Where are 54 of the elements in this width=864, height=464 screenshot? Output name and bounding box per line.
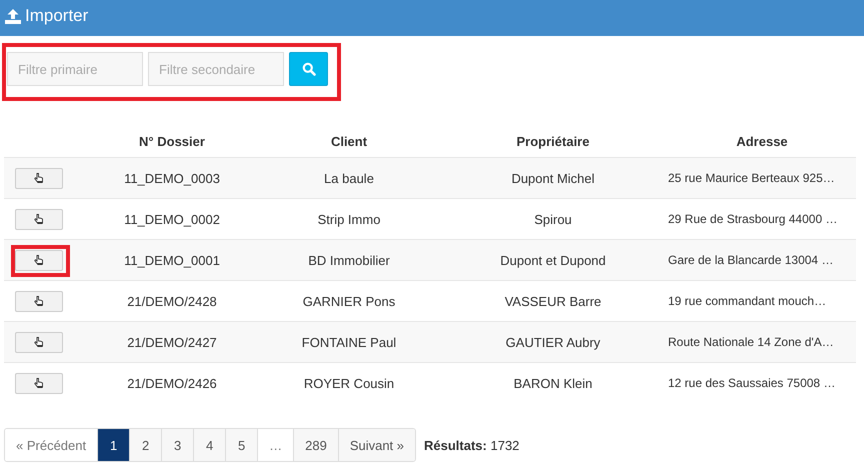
- pointing-hand-icon: [33, 172, 45, 184]
- primary-filter-field[interactable]: Filtre primaire: [7, 52, 143, 86]
- table-cell-text: Strip Immo: [316, 212, 382, 226]
- pointing-hand-icon: [33, 295, 45, 307]
- table-cell-text: 11_DEMO_0003: [123, 170, 221, 186]
- table-cell-text: 29 Rue de Strasbourg 44000 …: [668, 212, 838, 226]
- upload-icon: [4, 8, 22, 24]
- page-link[interactable]: Suivant »: [338, 429, 416, 461]
- column-header: Adresse: [735, 134, 789, 148]
- table-cell-text: BARON Klein: [512, 376, 594, 390]
- table-cell-text: 11_DEMO_0001: [123, 252, 221, 268]
- page-link[interactable]: 5: [225, 429, 258, 461]
- table-cell-text: 21/DEMO/2427: [126, 334, 218, 350]
- pointing-hand-icon: [33, 377, 45, 389]
- page-link[interactable]: 1: [97, 429, 130, 461]
- page-link[interactable]: 3: [161, 429, 194, 461]
- table-cell-text: ROYER Cousin: [302, 376, 396, 390]
- table-cell-text: BD Immobilier: [307, 252, 391, 268]
- table-cell-text: 21/DEMO/2428: [126, 294, 218, 308]
- search-icon: [302, 62, 316, 76]
- table-cell-text: Gare de la Blancarde 13004 …: [668, 253, 834, 267]
- table-cell-text: 21/DEMO/2426: [126, 376, 218, 390]
- pointing-hand-icon: [33, 254, 45, 266]
- table-cell-text: Route Nationale 14 Zone d'A…: [668, 335, 835, 349]
- column-header: Propriétaire: [516, 134, 590, 148]
- pointing-hand-icon: [33, 213, 45, 225]
- pointing-hand-icon: [33, 336, 45, 348]
- results-count: Résultats: 1732: [424, 438, 520, 452]
- page-link[interactable]: 4: [193, 429, 226, 461]
- table-cell-text: VASSEUR Barre: [504, 294, 602, 308]
- table-cell-text: 25 rue Maurice Berteaux 925…: [668, 171, 836, 185]
- table-cell-text: 11_DEMO_0002: [123, 212, 221, 226]
- select-button[interactable]: [15, 168, 63, 188]
- select-button[interactable]: [15, 290, 63, 312]
- select-button[interactable]: [15, 332, 63, 352]
- column-header: Client: [330, 134, 368, 148]
- page-link[interactable]: 2: [129, 429, 162, 461]
- table-cell-text: GAUTIER Aubry: [504, 334, 602, 350]
- table-cell-text: Dupont Michel: [510, 170, 596, 186]
- page-title: Importer: [25, 6, 88, 26]
- secondary-filter-field[interactable]: Filtre secondaire: [148, 52, 284, 86]
- table-cell-text: La baule: [323, 170, 375, 186]
- table-cell-text: 19 rue commandant mouch…: [668, 294, 828, 308]
- table-cell-text: 12 rue des Saussaies 75008 …: [668, 376, 836, 390]
- table-cell-text: Dupont et Dupond: [499, 252, 607, 268]
- select-button[interactable]: [15, 208, 63, 230]
- column-header: N° Dossier: [138, 134, 206, 148]
- table-cell-text: GARNIER Pons: [302, 294, 396, 308]
- select-button[interactable]: [15, 250, 63, 270]
- search-button[interactable]: [289, 52, 328, 86]
- page-link[interactable]: 289: [293, 429, 338, 461]
- table-cell-text: Spirou: [533, 212, 573, 226]
- table-cell-text: FONTAINE Paul: [300, 334, 398, 350]
- select-button[interactable]: [15, 372, 63, 394]
